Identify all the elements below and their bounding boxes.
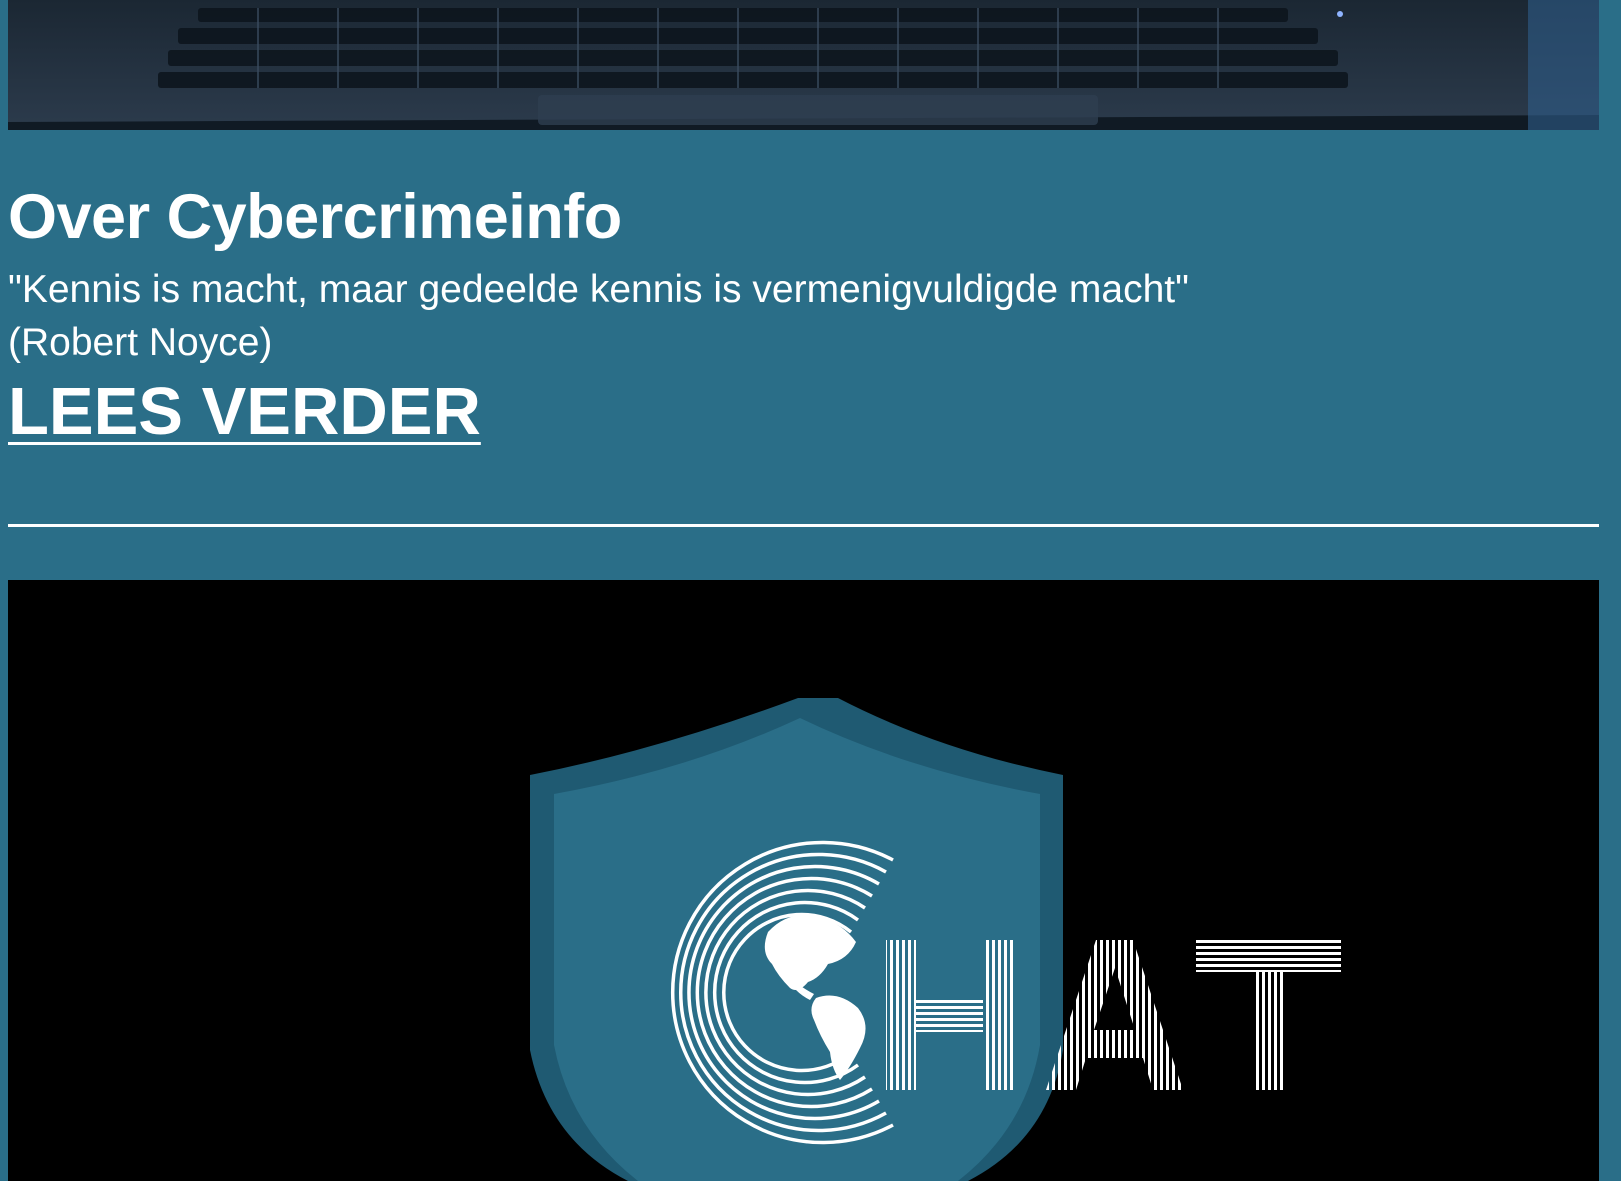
about-quote-author: (Robert Noyce): [8, 321, 273, 364]
about-section: Over Cybercrimeinfo "Kennis is macht, ma…: [8, 186, 1599, 449]
chat-logo: [530, 698, 1341, 1181]
laptop-keyboard-photo: [8, 0, 1599, 130]
section-divider: [8, 524, 1599, 527]
keyboard-illustration: [8, 0, 1599, 130]
chat-banner-image: [8, 580, 1599, 1181]
about-quote: "Kennis is macht, maar gedeelde kennis i…: [8, 268, 1189, 311]
read-more-link[interactable]: LEES VERDER: [8, 375, 481, 449]
about-title: Over Cybercrimeinfo: [8, 182, 622, 252]
